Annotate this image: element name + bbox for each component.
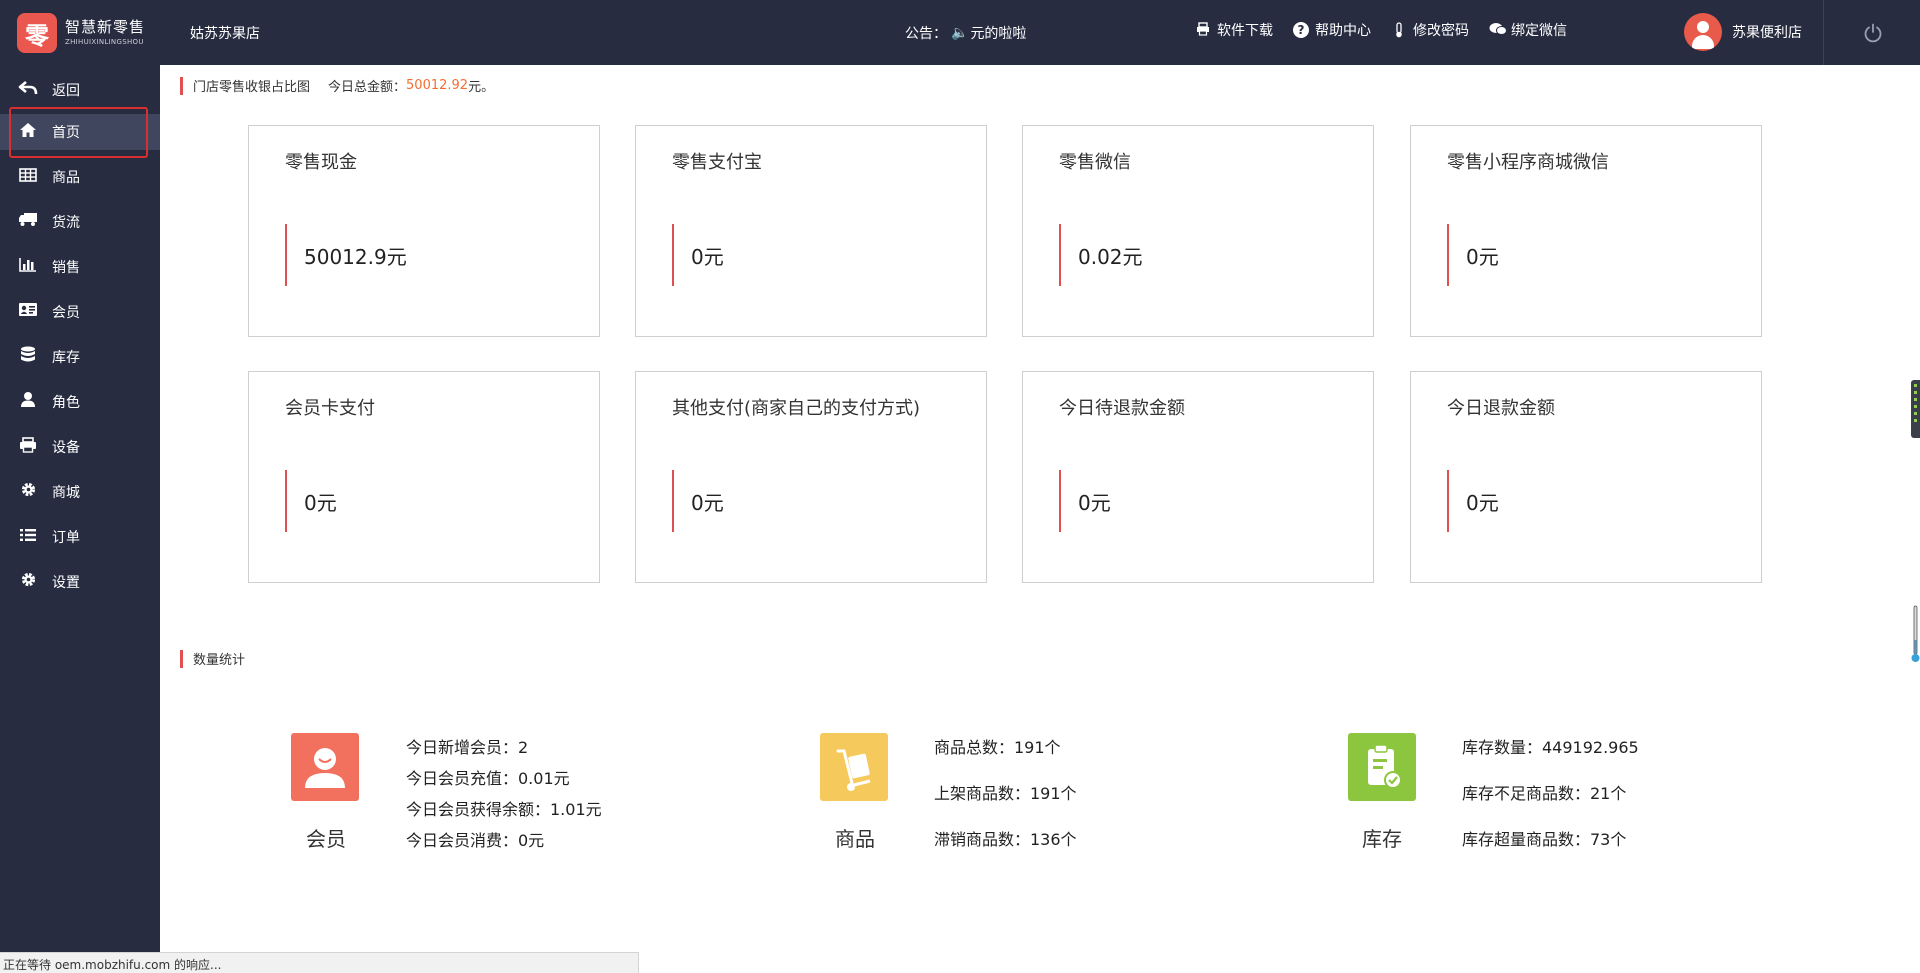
top-header: 零 智慧新零售 ZHIHUIXINLINGSHOU 姑苏苏果店 公告： 🔈 元的…: [0, 0, 1920, 65]
sidebar-item-home[interactable]: 首页: [0, 114, 160, 150]
member-stat-line: 今日会员充值：0.01元: [406, 769, 570, 788]
change-password-link[interactable]: 修改密码: [1391, 20, 1469, 40]
back-arrow-icon: [16, 80, 40, 101]
gear-icon: [16, 571, 40, 593]
card-retail-wechat: 零售微信 0.02元: [1022, 125, 1374, 337]
member-stat-line: 今日会员获得余额：1.01元: [406, 800, 602, 819]
logo-subtitle: ZHIHUIXINLINGSHOU: [65, 38, 144, 46]
goods-stat-icon: [820, 733, 888, 801]
section-title-stats: 数量统计: [180, 649, 245, 668]
question-icon: ?: [1293, 22, 1309, 38]
bind-wechat-link[interactable]: 绑定微信: [1489, 20, 1567, 40]
sidebar-item-inventory[interactable]: 库存: [0, 339, 160, 375]
user-icon: [16, 391, 40, 413]
sidebar-item-orders[interactable]: 订单: [0, 519, 160, 555]
member-stat-label: 会员: [306, 827, 346, 851]
member-stat-line: 今日新增会员：2: [406, 738, 529, 757]
sidebar-item-devices[interactable]: 设备: [0, 429, 160, 465]
total-unit: 元。: [468, 80, 495, 95]
logo[interactable]: 零 智慧新零售 ZHIHUIXINLINGSHOU: [17, 13, 145, 53]
card-other-payment: 其他支付(商家自己的支付方式) 0元: [635, 371, 987, 583]
notice-label: 公告：: [905, 26, 947, 42]
card-value: 0元: [1466, 490, 1499, 515]
avatar: [1684, 13, 1722, 51]
card-value: 0元: [1466, 244, 1499, 269]
truck-icon: [16, 212, 40, 232]
chat-icon: [1489, 22, 1507, 38]
total-value: 50012.92: [406, 78, 469, 93]
goods-stat-line: 商品总数：191个: [934, 738, 1061, 757]
section-title-retail: 门店零售收银占比图 今日总金额： 50012.92 元。: [180, 76, 494, 95]
printer-icon: [1195, 22, 1211, 38]
card-value: 0元: [691, 244, 724, 269]
list-icon: [16, 527, 40, 547]
logo-title: 智慧新零售: [65, 18, 146, 36]
id-card-icon: [16, 302, 40, 322]
inventory-stat-line: 库存数量：449192.965: [1462, 738, 1639, 757]
card-value: 0.02元: [1078, 244, 1143, 269]
card-value: 0元: [1078, 490, 1111, 515]
thermometer-widget-icon[interactable]: [1911, 604, 1920, 664]
inventory-stat-icon: [1348, 733, 1416, 801]
printer-icon: [16, 436, 40, 458]
inventory-stat-line: 库存超量商品数：73个: [1462, 830, 1627, 849]
download-link[interactable]: 软件下载: [1195, 20, 1273, 40]
sidebar-item-sales[interactable]: 销售: [0, 249, 160, 285]
logo-mark: 零: [17, 13, 57, 53]
card-pending-refund: 今日待退款金额 0元: [1022, 371, 1374, 583]
card-value: 50012.9元: [304, 244, 407, 269]
goods-stat-line: 上架商品数：191个: [934, 784, 1077, 803]
sidebar-item-members[interactable]: 会员: [0, 294, 160, 330]
database-icon: [16, 346, 40, 368]
inventory-stat-label: 库存: [1362, 827, 1402, 851]
member-stat-line: 今日会员消费：0元: [406, 831, 545, 850]
sidebar-item-settings[interactable]: 设置: [0, 564, 160, 600]
top-links: 软件下载 ? 帮助中心 修改密码 绑定微信: [1195, 20, 1587, 40]
store-name: 姑苏苏果店: [190, 26, 260, 42]
bar-chart-icon: [16, 257, 40, 277]
sidebar-item-roles[interactable]: 角色: [0, 384, 160, 420]
gear-icon: [16, 481, 40, 503]
header-divider: [1823, 0, 1824, 65]
card-member-card-payment: 会员卡支付 0元: [248, 371, 600, 583]
table-icon: [16, 167, 40, 187]
goods-stat-line: 滞销商品数：136个: [934, 830, 1077, 849]
card-retail-cash: 零售现金 50012.9元: [248, 125, 600, 337]
total-label: 今日总金额：: [328, 80, 407, 95]
side-grip-handle[interactable]: [1911, 380, 1920, 438]
inventory-stat-line: 库存不足商品数：21个: [1462, 784, 1627, 803]
home-icon: [16, 122, 40, 143]
card-retail-miniprogram-wechat: 零售小程序商城微信 0元: [1410, 125, 1762, 337]
browser-status-bar: 正在等待 oem.mobzhifu.com 的响应...: [0, 952, 639, 973]
sidebar: 返回 首页 商品 货流 销售 会员 库存 角色 设备 商城 订单 设置: [0, 65, 160, 973]
notice-text: 元的啦啦: [970, 26, 1027, 42]
sidebar-item-back[interactable]: 返回: [0, 72, 160, 108]
member-stat-icon: [291, 733, 359, 801]
user-name: 苏果便利店: [1732, 25, 1802, 41]
sidebar-item-logistics[interactable]: 货流: [0, 204, 160, 240]
speaker-icon: 🔈: [951, 25, 969, 41]
card-value: 0元: [304, 490, 337, 515]
user-menu[interactable]: 苏果便利店: [1684, 13, 1802, 51]
card-value: 0元: [691, 490, 724, 515]
card-refund-today: 今日退款金额 0元: [1410, 371, 1762, 583]
card-retail-alipay: 零售支付宝 0元: [635, 125, 987, 337]
notice[interactable]: 公告： 🔈 元的啦啦: [905, 23, 1026, 43]
thermometer-icon: [1391, 22, 1407, 38]
help-link[interactable]: ? 帮助中心: [1293, 20, 1371, 40]
goods-stat-label: 商品: [835, 827, 875, 851]
power-icon[interactable]: [1862, 22, 1884, 44]
sidebar-item-mall[interactable]: 商城: [0, 474, 160, 510]
sidebar-item-goods[interactable]: 商品: [0, 159, 160, 195]
